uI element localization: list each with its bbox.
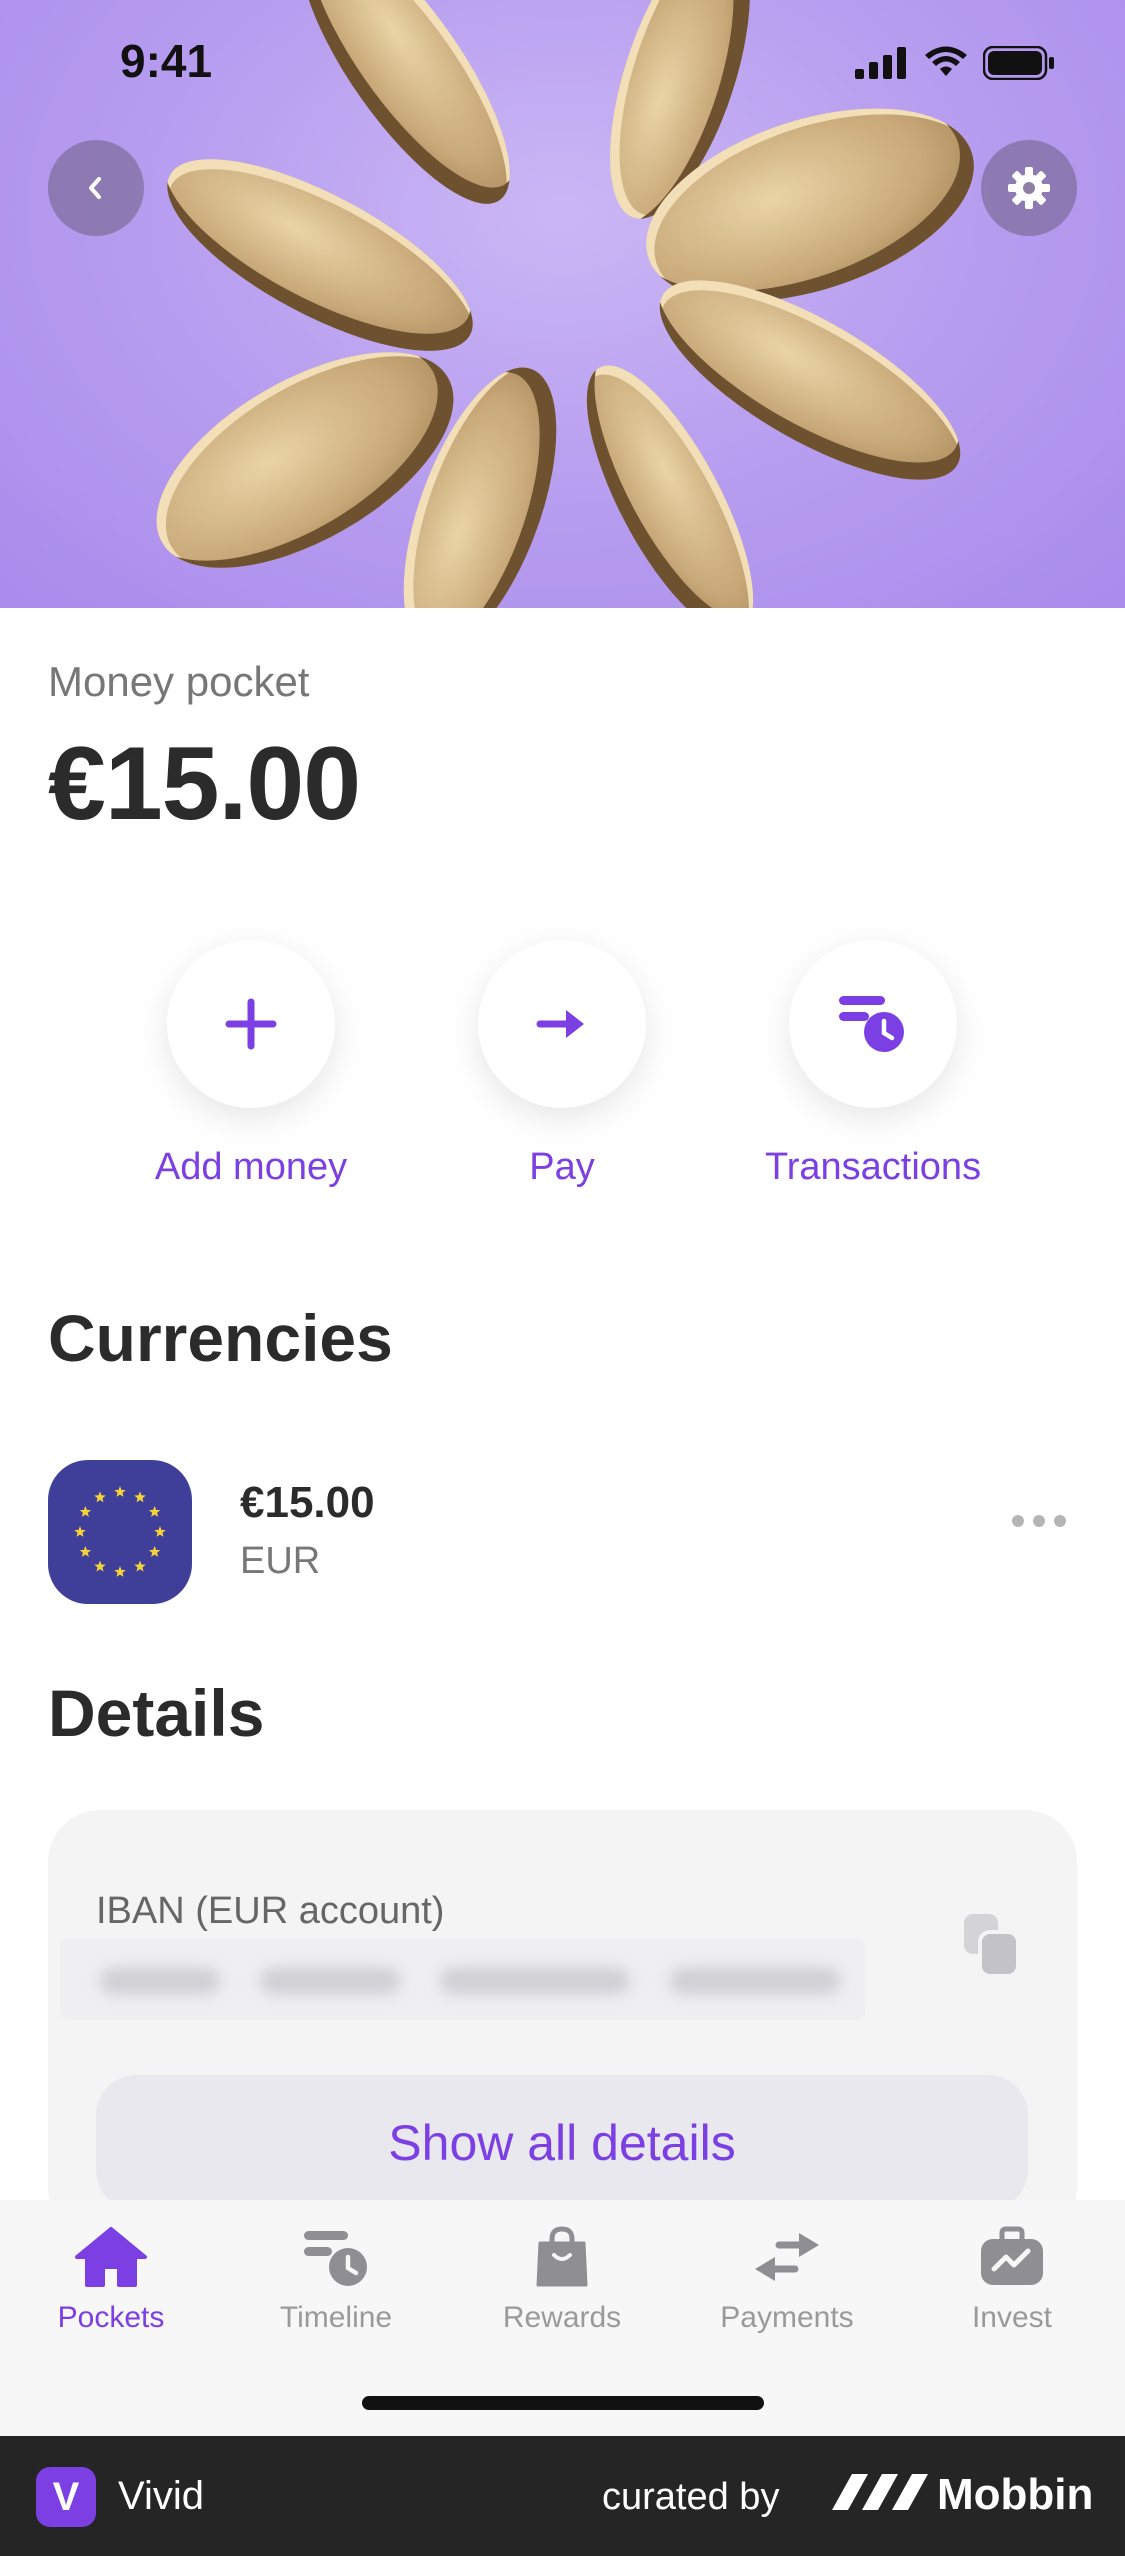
status-time: 9:41 bbox=[120, 35, 213, 87]
wifi-icon bbox=[925, 46, 967, 76]
signal-icon bbox=[855, 47, 906, 79]
add-money-circle[interactable] bbox=[167, 940, 335, 1108]
briefcase-chart-icon bbox=[981, 2226, 1043, 2285]
iban-value-hidden bbox=[60, 1938, 865, 2020]
curated-by-label: curated by bbox=[602, 2476, 780, 2518]
transactions-circle[interactable] bbox=[789, 940, 957, 1108]
tab-pockets[interactable]: Pockets bbox=[11, 2225, 211, 2335]
tab-rewards-label: Rewards bbox=[502, 2301, 622, 2334]
back-button[interactable] bbox=[48, 140, 144, 236]
eu-star bbox=[154, 1526, 166, 1537]
tab-payments-label: Payments bbox=[720, 2301, 854, 2334]
timeline-icon bbox=[304, 2231, 367, 2286]
transactions-label: Transactions bbox=[764, 1146, 982, 1188]
mobbin-logo-icon bbox=[830, 2470, 930, 2519]
eu-star bbox=[148, 1506, 161, 1517]
eu-star bbox=[74, 1526, 86, 1537]
chevron-left-icon bbox=[89, 177, 101, 199]
transactions-clock-icon bbox=[839, 996, 904, 1052]
transfer-icon bbox=[755, 2233, 819, 2281]
status-bar: 9:41 bbox=[0, 0, 1125, 130]
tab-timeline[interactable]: Timeline bbox=[236, 2225, 436, 2335]
plus-icon bbox=[225, 998, 277, 1050]
home-icon bbox=[75, 2227, 147, 2287]
eu-star bbox=[148, 1546, 161, 1557]
iban-label: IBAN (EUR account) bbox=[96, 1890, 445, 1932]
add-money-label: Add money bbox=[154, 1146, 348, 1188]
eu-star bbox=[114, 1486, 126, 1497]
eu-star bbox=[94, 1560, 106, 1572]
transactions-button[interactable]: Transactions bbox=[733, 940, 1013, 1189]
gear-icon bbox=[1008, 167, 1050, 209]
copy-icon[interactable] bbox=[962, 1912, 1022, 1983]
tab-pockets-label: Pockets bbox=[57, 2301, 165, 2334]
pocket-label: Money pocket bbox=[48, 658, 310, 705]
eu-star bbox=[134, 1560, 146, 1572]
tab-timeline-label: Timeline bbox=[279, 2301, 393, 2334]
eu-star bbox=[79, 1546, 92, 1557]
status-icons bbox=[855, 46, 1055, 80]
currency-amount: €15.00 bbox=[240, 1478, 375, 1527]
battery-icon bbox=[983, 46, 1054, 80]
currencies-title: Currencies bbox=[48, 1301, 393, 1375]
details-title: Details bbox=[48, 1676, 265, 1750]
bag-icon bbox=[536, 2226, 588, 2287]
arrow-right-icon bbox=[536, 1010, 584, 1038]
settings-button[interactable] bbox=[981, 140, 1077, 236]
add-money-button[interactable]: Add money bbox=[111, 940, 391, 1189]
pay-circle[interactable] bbox=[478, 940, 646, 1108]
show-all-details-button[interactable]: Show all details bbox=[96, 2075, 1028, 2210]
tab-payments[interactable]: Payments bbox=[687, 2225, 887, 2335]
app-name: Vivid bbox=[118, 2474, 204, 2518]
pay-button[interactable]: Pay bbox=[422, 940, 702, 1189]
vivid-logo-icon: V bbox=[36, 2467, 96, 2527]
tab-invest-label: Invest bbox=[971, 2301, 1053, 2334]
eu-flag-icon bbox=[48, 1460, 192, 1604]
tab-rewards[interactable]: Rewards bbox=[462, 2225, 662, 2335]
eu-star bbox=[79, 1506, 92, 1517]
pay-label: Pay bbox=[529, 1146, 595, 1188]
eu-star bbox=[94, 1491, 106, 1503]
currency-code: EUR bbox=[240, 1540, 321, 1582]
mobbin-brand: Mobbin bbox=[937, 2470, 1094, 2519]
tab-invest[interactable]: Invest bbox=[912, 2225, 1112, 2335]
home-indicator bbox=[362, 2396, 764, 2410]
more-options-icon[interactable] bbox=[1012, 1515, 1066, 1527]
eu-star bbox=[134, 1491, 146, 1503]
eu-star bbox=[114, 1566, 126, 1577]
pocket-balance: €15.00 bbox=[48, 726, 361, 842]
